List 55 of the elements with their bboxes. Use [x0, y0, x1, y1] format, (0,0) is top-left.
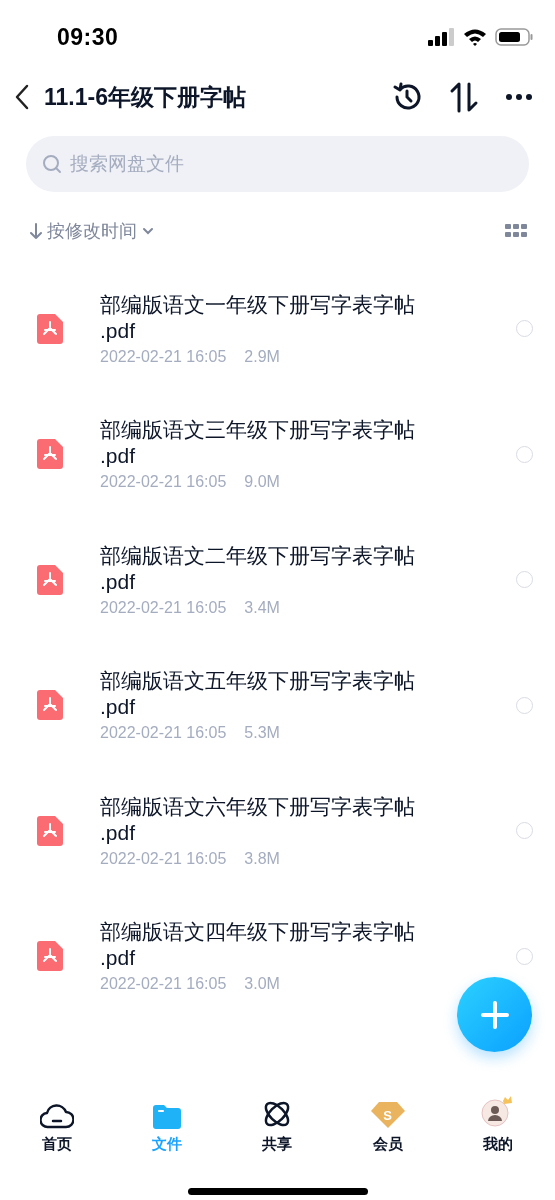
select-radio[interactable]: [516, 571, 533, 589]
plus-icon: [479, 999, 510, 1030]
file-date: 2022-02-21 16:05: [100, 598, 227, 617]
file-size: 2.9M: [244, 347, 280, 366]
file-name[interactable]: 部编版语文五年级下册写字表字帖.pdf: [100, 668, 419, 721]
battery-icon: [495, 28, 533, 46]
file-size: 3.0M: [244, 975, 280, 994]
pdf-file-icon: [37, 815, 63, 846]
select-radio[interactable]: [516, 696, 533, 714]
back-button[interactable]: [14, 84, 30, 110]
avatar-icon: [480, 1095, 515, 1129]
search-icon: [42, 154, 62, 174]
file-size: 5.3M: [244, 724, 280, 743]
select-radio[interactable]: [516, 445, 533, 463]
file-name[interactable]: 部编版语文二年级下册写字表字帖.pdf: [100, 542, 419, 595]
add-button[interactable]: [457, 977, 532, 1052]
tab-item[interactable]: 我的: [442, 1088, 553, 1154]
diamond-icon: S: [369, 1101, 406, 1129]
status-time: 09:30: [57, 23, 119, 51]
grid-view-button[interactable]: [505, 224, 527, 238]
folder-title: 11.1-6年级下册字帖: [44, 82, 247, 112]
chevron-down-icon: [142, 227, 154, 235]
pdf-file-icon: [37, 941, 63, 972]
tab-item[interactable]: 共享: [222, 1088, 333, 1154]
pdf-file-icon: [37, 313, 63, 344]
file-name[interactable]: 部编版语文三年级下册写字表字帖.pdf: [100, 417, 419, 470]
file-date: 2022-02-21 16:05: [100, 849, 227, 868]
wifi-icon: [463, 28, 487, 46]
file-date: 2022-02-21 16:05: [100, 347, 227, 366]
file-date: 2022-02-21 16:05: [100, 724, 227, 743]
pdf-file-icon: [37, 564, 63, 595]
select-radio[interactable]: [516, 947, 533, 965]
pdf-file-icon: [37, 690, 63, 721]
select-radio[interactable]: [516, 320, 533, 338]
pdf-file-icon: [37, 439, 63, 470]
file-size: 3.8M: [244, 849, 280, 868]
file-date: 2022-02-21 16:05: [100, 975, 227, 994]
signal-icon: [428, 28, 455, 46]
tab-item[interactable]: S 会员: [332, 1088, 443, 1154]
search-field[interactable]: 搜索网盘文件: [26, 136, 529, 192]
history-button[interactable]: [391, 81, 423, 113]
file-size: 9.0M: [244, 473, 280, 492]
select-radio[interactable]: [516, 822, 533, 840]
sort-button[interactable]: [449, 81, 479, 113]
tab-item[interactable]: 首页: [2, 1088, 113, 1154]
cloud-icon: [40, 1103, 75, 1129]
file-date: 2022-02-21 16:05: [100, 473, 227, 492]
folder-icon: [153, 1105, 182, 1129]
more-button[interactable]: [505, 93, 533, 101]
file-name[interactable]: 部编版语文一年级下册写字表字帖.pdf: [100, 291, 419, 344]
file-name[interactable]: 部编版语文四年级下册写字表字帖.pdf: [100, 919, 419, 972]
file-size: 3.4M: [244, 598, 280, 617]
file-name[interactable]: 部编版语文六年级下册写字表字帖.pdf: [100, 793, 419, 846]
sort-order-button[interactable]: 按修改时间: [30, 219, 154, 243]
down-arrow-icon: [30, 222, 42, 240]
